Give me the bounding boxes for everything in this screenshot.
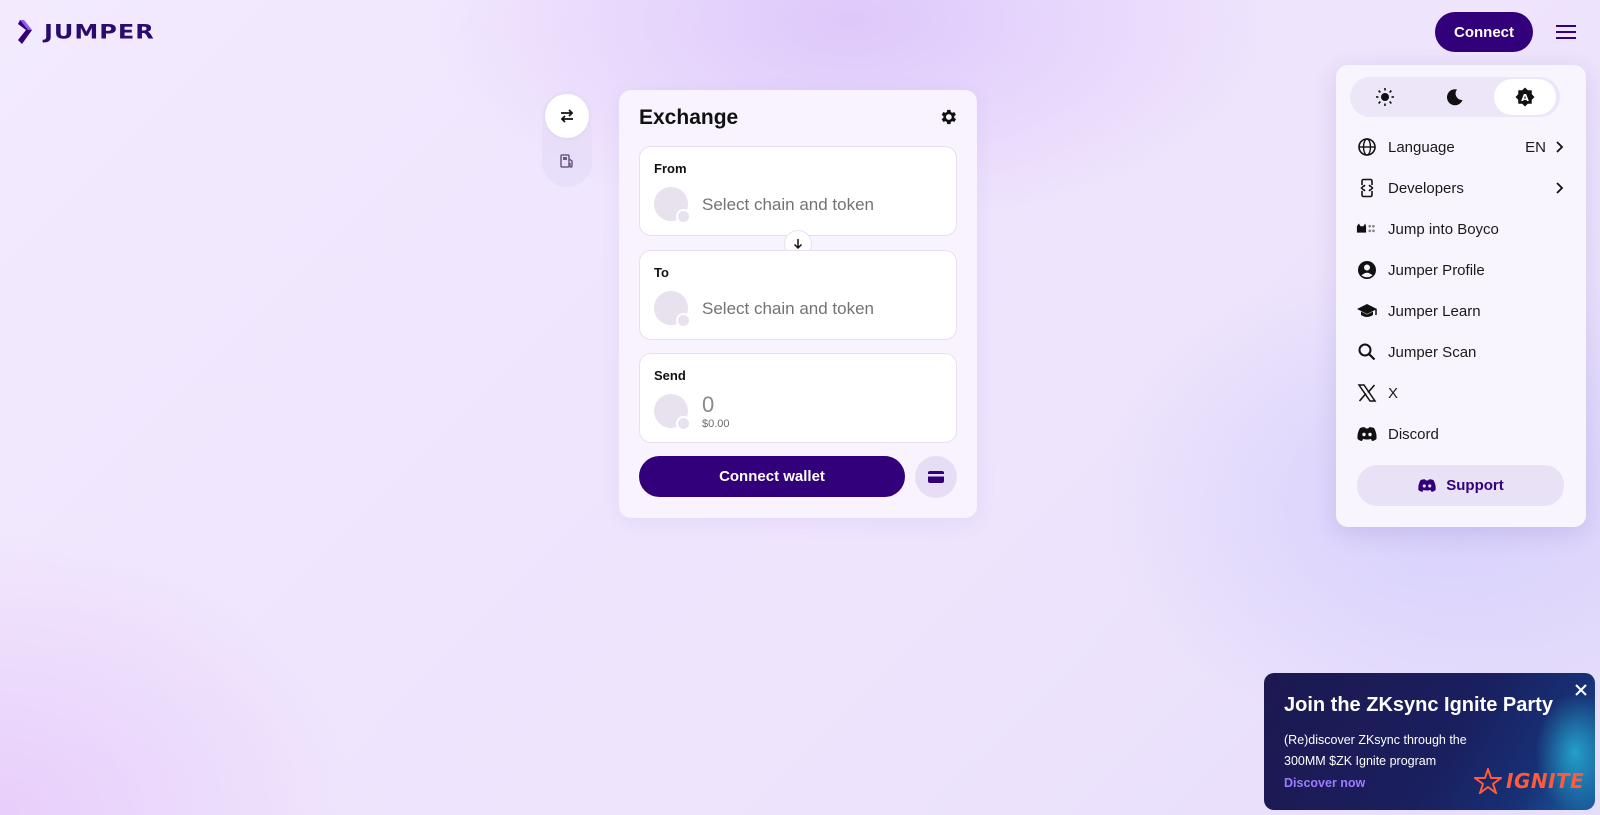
to-token-selector[interactable]: To Select chain and token [639, 250, 957, 340]
auto-theme-icon: A [1515, 87, 1535, 107]
jumper-logo[interactable]: JUMPER [16, 18, 155, 46]
x-logo-icon [1356, 382, 1378, 404]
arrow-down-icon [793, 239, 803, 250]
send-usd-value: $0.00 [702, 418, 730, 430]
promo-title: Join the ZKsync Ignite Party [1284, 694, 1553, 716]
wallet-icon [928, 471, 944, 483]
connect-wallet-button[interactable]: Connect wallet [639, 456, 905, 497]
search-icon [1356, 341, 1378, 363]
graduation-cap-icon [1356, 300, 1378, 322]
menu-item-label: Developers [1388, 179, 1464, 197]
from-label: From [654, 161, 687, 176]
menu-item-boyco[interactable]: Jump into Boyco [1336, 210, 1586, 248]
menu-item-label: Jumper Learn [1388, 302, 1481, 320]
menu-item-label: Jumper Scan [1388, 343, 1477, 361]
promo-banner[interactable]: Join the ZKsync Ignite Party (Re)discove… [1264, 673, 1595, 810]
theme-switch: A [1350, 77, 1560, 117]
menu-item-language[interactable]: Language EN [1336, 128, 1586, 166]
tab-gas[interactable] [545, 139, 589, 183]
profile-icon [1356, 259, 1378, 281]
jumper-logo-icon [18, 20, 32, 44]
boyco-icon [1356, 218, 1378, 240]
menu-item-learn[interactable]: Jumper Learn [1336, 292, 1586, 330]
close-icon[interactable] [1574, 683, 1588, 697]
exchange-title: Exchange [639, 106, 739, 129]
code-icon [1356, 177, 1378, 199]
globe-icon [1356, 136, 1378, 158]
exchange-card: Exchange From Select chain and token To … [619, 90, 977, 518]
tab-exchange[interactable] [545, 94, 589, 138]
discord-icon [1418, 479, 1436, 492]
send-label: Send [654, 368, 686, 383]
support-label: Support [1446, 477, 1504, 494]
to-placeholder: Select chain and token [702, 299, 875, 318]
send-chain-badge [676, 416, 691, 431]
language-value: EN [1525, 138, 1546, 156]
menu-item-label: X [1388, 384, 1399, 402]
menu-item-profile[interactable]: Jumper Profile [1336, 251, 1586, 289]
logo-text: JUMPER [44, 20, 155, 44]
theme-auto-option[interactable]: A [1494, 79, 1556, 115]
menu-item-label: Jumper Profile [1388, 261, 1485, 279]
moon-icon [1446, 89, 1463, 106]
wallet-address-button[interactable] [915, 456, 957, 498]
sun-icon [1376, 88, 1394, 106]
settings-menu: A Language EN Developers Jump into Boyco… [1336, 65, 1586, 527]
discord-icon [1356, 423, 1378, 445]
menu-item-scan[interactable]: Jumper Scan [1336, 333, 1586, 371]
theme-dark-option[interactable] [1424, 79, 1486, 115]
swap-arrows-icon [560, 109, 574, 123]
menu-item-x[interactable]: X [1336, 374, 1586, 412]
menu-item-discord[interactable]: Discord [1336, 415, 1586, 453]
connect-button[interactable]: Connect [1435, 12, 1533, 52]
to-chain-badge [676, 313, 691, 328]
to-label: To [654, 265, 669, 280]
from-placeholder: Select chain and token [702, 195, 875, 214]
settings-gear-icon[interactable] [938, 107, 958, 127]
chevron-right-icon [1556, 182, 1564, 194]
chevron-right-icon [1556, 141, 1564, 153]
ignite-brand-text: IGNITE [1506, 769, 1585, 793]
ignite-logo: IGNITE [1474, 768, 1584, 794]
ignite-flame-icon [1474, 768, 1502, 794]
menu-item-label: Jump into Boyco [1388, 220, 1499, 238]
theme-light-option[interactable] [1354, 79, 1416, 115]
hamburger-menu-icon[interactable] [1554, 22, 1578, 42]
svg-text:A: A [1521, 93, 1529, 104]
gas-station-icon [560, 154, 573, 168]
menu-item-label: Language [1388, 138, 1455, 156]
menu-item-label: Discord [1388, 425, 1439, 443]
from-chain-badge [676, 209, 691, 224]
promo-subtitle: (Re)discover ZKsync through the 300MM $Z… [1284, 733, 1467, 768]
side-tabs [542, 91, 592, 187]
support-button[interactable]: Support [1357, 465, 1564, 506]
from-token-selector[interactable]: From Select chain and token [639, 146, 957, 236]
menu-item-developers[interactable]: Developers [1336, 169, 1586, 207]
send-amount-input[interactable]: 0 [702, 392, 714, 418]
discover-now-link[interactable]: Discover now [1284, 776, 1365, 790]
send-amount-field[interactable]: Send 0 $0.00 [639, 353, 957, 443]
